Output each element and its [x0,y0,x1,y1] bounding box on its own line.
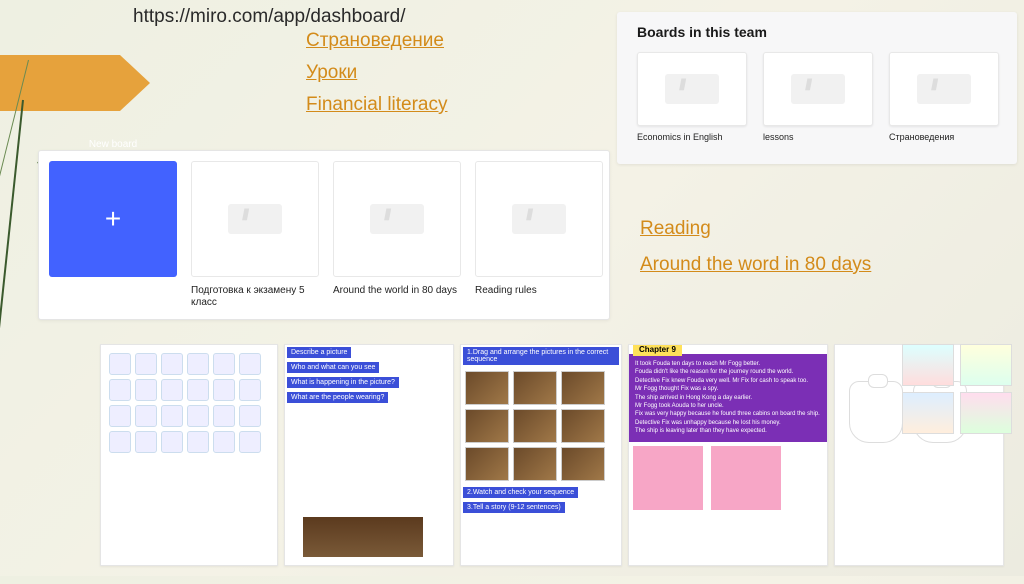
board-thumb-icon [370,204,424,234]
canvas-room-tiles[interactable] [902,344,1016,434]
prompt-describe: Describe a picture [287,347,351,358]
room-tile [960,344,1012,386]
task-1: 1.Drag and arrange the pictures in the c… [463,347,619,365]
canvas-chapter-9[interactable]: Chapter 9 It took Fouda ten days to reac… [628,344,828,566]
team-board-card[interactable]: lessons [763,52,873,143]
team-boards-panel: Boards in this team Economics in English… [617,12,1017,164]
room-tile [902,392,954,434]
board-thumb-icon [512,204,566,234]
board-collage: Describe a picture Who and what can you … [100,344,1016,566]
team-board-caption: lessons [763,132,873,143]
new-board-label: New board [49,139,177,279]
sticky-note [633,446,703,510]
room-tile [960,392,1012,434]
team-boards-title: Boards in this team [637,24,997,40]
plant-stem-decor [0,100,24,578]
prompt-q2: What is happening in the picture? [287,377,399,388]
prompt-q3: What are the people wearing? [287,392,388,403]
new-board-card[interactable]: + New board [49,161,177,309]
chapter-label: Chapter 9 [633,344,682,356]
plant-stem-decor-2 [0,60,29,584]
team-board-card[interactable]: Страноведения [889,52,999,143]
canvas-sequence-task[interactable]: 1.Drag and arrange the pictures in the c… [460,344,622,566]
board-card[interactable]: Подготовка к экзамену 5 класс [191,161,319,309]
board-thumb-icon [665,74,719,104]
link-financial-literacy[interactable]: Financial literacy [306,94,448,116]
link-stranovedenie[interactable]: Страноведение [306,30,448,52]
link-around-world[interactable]: Around the word in 80 days [640,254,871,276]
team-board-card[interactable]: Economics in English [637,52,747,143]
egypt-picture [303,517,423,557]
sequence-grid [461,367,621,485]
link-uroki[interactable]: Уроки [306,62,448,84]
board-link-list: Страноведение Уроки Financial literacy [306,30,448,116]
reading-link-list: Reading Around the word in 80 days [640,218,871,276]
board-caption: Reading rules [475,285,603,297]
board-card[interactable]: Reading rules [475,161,603,309]
task-3: 3.Tell a story (9-12 sentences) [463,502,565,513]
canvas-vocab-icons[interactable] [100,344,278,566]
prompt-q1: Who and what can you see [287,362,379,373]
link-reading[interactable]: Reading [640,218,871,240]
team-board-caption: Economics in English [637,132,747,143]
board-thumb-icon [791,74,845,104]
room-tile [902,344,954,386]
board-caption: Around the world in 80 days [333,285,461,297]
task-2: 2.Watch and check your sequence [463,487,578,498]
board-thumb-icon [228,204,282,234]
team-board-caption: Страноведения [889,132,999,143]
board-thumb-icon [917,74,971,104]
sticky-note [711,446,781,510]
sack-icon [849,381,903,443]
board-caption: Подготовка к экзамену 5 класс [191,285,319,309]
canvas-describe-picture[interactable]: Describe a picture Who and what can you … [284,344,454,566]
dashboard-url: https://miro.com/app/dashboard/ [133,6,405,28]
board-card[interactable]: Around the world in 80 days [333,161,461,309]
boards-row: + New board Подготовка к экзамену 5 клас… [38,150,610,320]
chapter-text: It took Fouda ten days to reach Mr Fogg … [629,354,827,442]
